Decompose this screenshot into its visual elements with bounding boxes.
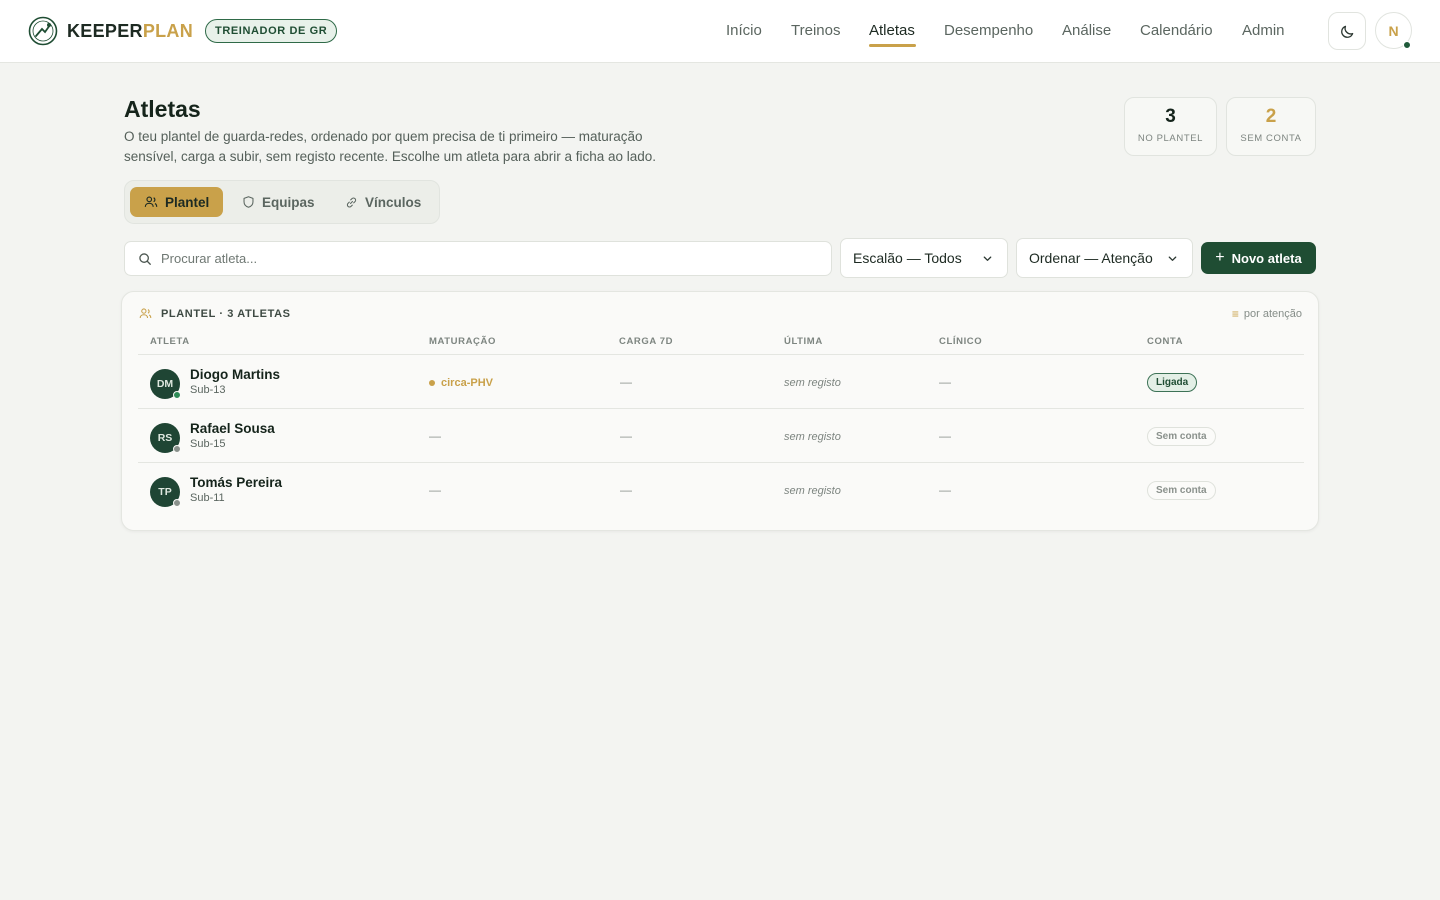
nav-item-treinos[interactable]: Treinos <box>791 22 840 39</box>
status-dot <box>173 499 181 507</box>
nav-item-desempenho[interactable]: Desempenho <box>944 22 1033 39</box>
carga-cell: — <box>620 483 632 497</box>
ordenar-select-value: Ordenar — Atenção <box>1029 250 1153 266</box>
table-row[interactable]: RS Rafael Sousa Sub-15 — — sem registo —… <box>138 409 1304 463</box>
search-input[interactable] <box>161 251 761 266</box>
search-box <box>124 241 832 276</box>
ultima-cell: sem registo <box>784 431 841 443</box>
ultima-cell: sem registo <box>784 485 841 497</box>
column-header-maturacao: MATURAÇÃO <box>429 336 496 347</box>
maturacao-cell: — <box>429 483 441 497</box>
tab-label: Vínculos <box>365 194 422 210</box>
stat-value: 2 <box>1265 106 1277 127</box>
carga-cell: — <box>620 375 632 389</box>
tab-equipas[interactable]: Equipas <box>228 187 329 217</box>
athlete-team: Sub-15 <box>190 438 226 450</box>
nav-item-atletas[interactable]: Atletas <box>869 22 915 39</box>
table-title-text: PLANTEL · 3 ATLETAS <box>161 307 291 320</box>
shield-icon <box>243 196 254 208</box>
keeper-logo-icon <box>28 16 58 46</box>
active-nav-indicator <box>869 44 916 47</box>
brand-logo[interactable]: KEEPERPLAN <box>28 15 193 47</box>
nav-item-inicio[interactable]: Início <box>726 22 762 39</box>
stat-label: SEM CONTA <box>1240 133 1302 144</box>
ordenar-select[interactable]: Ordenar — Atenção <box>1016 238 1193 278</box>
theme-toggle-button[interactable] <box>1328 12 1366 50</box>
brand-name: KEEPERPLAN <box>67 20 194 41</box>
clinico-cell: — <box>939 483 951 497</box>
stat-label: NO PLANTEL <box>1137 133 1204 144</box>
account-status-badge: Ligada <box>1147 373 1198 392</box>
top-navigation-bar: KEEPERPLAN TREINADOR DE GR Início Treino… <box>0 0 1440 63</box>
new-athlete-button[interactable]: + Novo atleta <box>1201 242 1316 274</box>
chevron-down-icon <box>983 256 992 261</box>
search-icon <box>139 252 151 265</box>
tab-plantel[interactable]: Plantel <box>130 187 224 217</box>
plus-icon: + <box>1215 249 1225 266</box>
athlete-name: Tomás Pereira <box>190 475 283 490</box>
account-status-badge: Sem conta <box>1147 427 1216 446</box>
moon-icon <box>1340 25 1353 38</box>
page-description: O teu plantel de guarda-redes, ordenado … <box>124 129 657 164</box>
status-dot <box>173 445 181 453</box>
account-status-badge: Sem conta <box>1147 481 1216 500</box>
stat-card-plantel: 3 NO PLANTEL <box>1124 97 1217 156</box>
table-row[interactable]: DM Diogo Martins Sub-13 circa-PHV — sem … <box>138 355 1304 409</box>
table-title: PLANTEL · 3 ATLETAS <box>139 307 291 320</box>
sort-hint[interactable]: ≡ por atenção <box>1232 307 1302 321</box>
athletes-table-card: PLANTEL · 3 ATLETAS ≡ por atenção ATLETA… <box>121 291 1319 531</box>
tab-label: Plantel <box>165 194 210 210</box>
clinico-cell: — <box>939 375 951 389</box>
tab-label: Equipas <box>262 194 315 210</box>
carga-cell: — <box>620 429 632 443</box>
column-header-clinico: CLÍNICO <box>939 336 983 347</box>
table-row[interactable]: TP Tomás Pereira Sub-11 — — sem registo … <box>138 463 1304 517</box>
athlete-team: Sub-13 <box>190 384 226 396</box>
nav-item-calendario[interactable]: Calendário <box>1140 22 1213 39</box>
users-icon <box>139 308 152 319</box>
role-badge: TREINADOR DE GR <box>205 19 338 43</box>
page-title: Atletas <box>124 96 201 122</box>
view-tabs: Plantel Equipas Vínculos <box>124 180 440 224</box>
maturacao-cell: — <box>429 429 441 443</box>
column-header-atleta: ATLETA <box>150 336 190 347</box>
sort-icon: ≡ <box>1231 307 1239 321</box>
chevron-down-icon <box>1168 256 1177 261</box>
maturacao-cell: circa-PHV <box>429 377 493 389</box>
athlete-team: Sub-11 <box>190 492 225 504</box>
ultima-cell: sem registo <box>784 377 841 389</box>
escalao-select[interactable]: Escalão — Todos <box>840 238 1008 278</box>
nav-item-admin[interactable]: Admin <box>1242 22 1285 39</box>
status-dot <box>173 391 181 399</box>
maturacao-value: circa-PHV <box>441 377 493 389</box>
link-icon <box>346 197 357 207</box>
column-header-conta: CONTA <box>1147 336 1184 347</box>
athlete-name: Diogo Martins <box>190 367 280 382</box>
stat-value: 3 <box>1165 106 1176 127</box>
athlete-name: Rafael Sousa <box>190 421 275 436</box>
clinico-cell: — <box>939 429 951 443</box>
tab-vinculos[interactable]: Vínculos <box>331 187 435 217</box>
escalao-select-value: Escalão — Todos <box>853 250 962 266</box>
nav-item-analise[interactable]: Análise <box>1062 22 1111 39</box>
new-athlete-label: Novo atleta <box>1231 250 1302 266</box>
maturacao-dot <box>429 380 435 386</box>
users-icon <box>144 196 158 207</box>
column-header-carga: CARGA 7D <box>619 336 674 347</box>
sort-hint-text: por atenção <box>1243 308 1302 320</box>
stat-card-sem-conta: 2 SEM CONTA <box>1226 97 1316 156</box>
column-header-ultima: ÚLTIMA <box>784 336 823 347</box>
online-status-dot <box>1403 41 1411 49</box>
